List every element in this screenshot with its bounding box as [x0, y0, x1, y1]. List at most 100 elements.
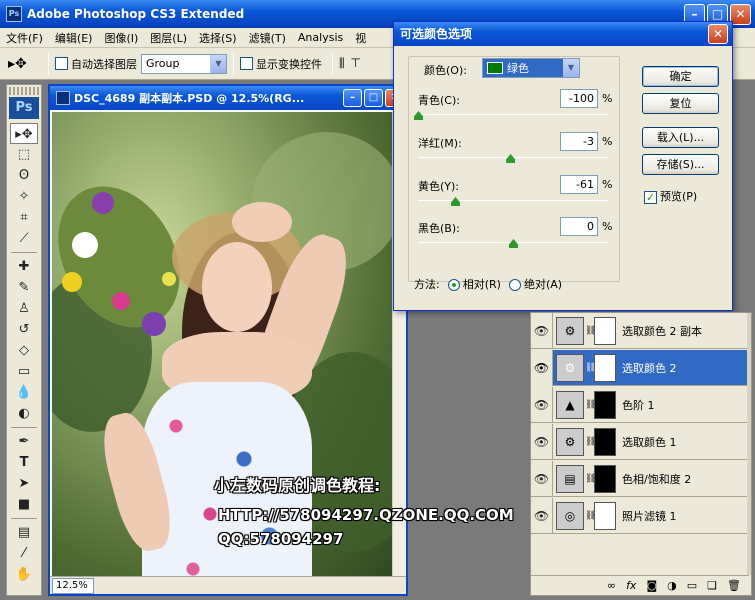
history-brush-icon[interactable]: ↺	[10, 319, 38, 340]
gradient-tool-icon[interactable]: ▭	[10, 361, 38, 382]
dodge-tool-icon[interactable]: ◐	[10, 403, 38, 424]
doc-maximize-button[interactable]: □	[364, 89, 383, 107]
menu-image[interactable]: 图像(I)	[104, 30, 138, 46]
healing-brush-icon[interactable]: ✚	[10, 256, 38, 277]
layer-mask-thumbnail[interactable]	[594, 390, 616, 419]
layer-mask-thumbnail[interactable]	[594, 427, 616, 456]
link-layers-icon[interactable]: ∞	[607, 579, 616, 592]
chain-link-icon[interactable]: ⛓	[585, 363, 596, 373]
layer-mask-thumbnail[interactable]	[594, 464, 616, 493]
doc-minimize-button[interactable]: –	[343, 89, 362, 107]
type-tool-icon[interactable]: T	[10, 452, 38, 473]
ps-logo[interactable]: Ps	[9, 97, 39, 119]
relative-radio[interactable]	[447, 279, 460, 291]
chain-link-icon[interactable]: ⛓	[585, 326, 596, 336]
eye-icon[interactable]: 👁	[531, 349, 553, 386]
menu-file[interactable]: 文件(F)	[6, 30, 43, 46]
eye-icon[interactable]: 👁	[531, 460, 553, 497]
shape-tool-icon[interactable]: ■	[10, 494, 38, 515]
load-button[interactable]: 载入(L)...	[642, 127, 719, 148]
yellow-slider-track[interactable]	[418, 200, 608, 201]
cyan-slider-track[interactable]	[418, 114, 608, 115]
yellow-value-input[interactable]: -61	[560, 175, 598, 194]
layer-mask-thumbnail[interactable]	[594, 353, 616, 382]
auto-select-checkbox[interactable]	[55, 57, 68, 70]
magic-wand-icon[interactable]: ✧	[10, 186, 38, 207]
new-adjustment-icon[interactable]: ◑	[667, 579, 677, 592]
move-tool-preset-icon[interactable]: ▸✥	[8, 52, 42, 76]
menu-view[interactable]: 视	[355, 30, 366, 46]
lasso-tool-icon[interactable]: ʘ	[10, 165, 38, 186]
ok-button[interactable]: 确定	[642, 66, 719, 87]
new-group-icon[interactable]: ▭	[687, 579, 697, 592]
eye-icon[interactable]: 👁	[531, 497, 553, 534]
add-mask-icon[interactable]: ◙	[646, 579, 657, 592]
dialog-title[interactable]: 可选颜色选项	[394, 22, 732, 46]
chain-link-icon[interactable]: ⛓	[585, 400, 596, 410]
zoom-level-field[interactable]: 12.5%	[52, 577, 94, 594]
yellow-label: 黄色(Y):	[418, 180, 460, 193]
menu-edit[interactable]: 编辑(E)	[55, 30, 93, 46]
adjustment-thumbnail-icon: ⚙	[556, 316, 584, 345]
magenta-label: 洋红(M):	[418, 137, 462, 150]
cyan-value-input[interactable]: -100	[560, 89, 598, 108]
layer-mask-thumbnail[interactable]	[594, 316, 616, 345]
eraser-icon[interactable]: ◇	[10, 340, 38, 361]
layer-row[interactable]: 👁 ▤ ⛓ 色相/饱和度 2	[531, 460, 749, 497]
layer-row[interactable]: 👁 ⚙ ⛓ 选取颜色 2	[531, 349, 749, 386]
eye-icon[interactable]: 👁	[531, 386, 553, 423]
color-label: 颜色(O):	[424, 64, 467, 77]
layer-style-icon[interactable]: fx	[626, 579, 636, 592]
path-select-icon[interactable]: ➤	[10, 473, 38, 494]
align-icons[interactable]: ⫼ ⊤	[339, 56, 362, 71]
separator	[48, 52, 49, 75]
crop-tool-icon[interactable]: ⌗	[10, 207, 38, 228]
brush-tool-icon[interactable]: ✎	[10, 277, 38, 298]
magenta-value-input[interactable]: -3	[560, 132, 598, 151]
new-layer-icon[interactable]: ❑	[707, 579, 717, 592]
preview-checkbox[interactable]	[644, 190, 657, 204]
delete-layer-icon[interactable]: 🗑	[727, 579, 741, 592]
marquee-tool-icon[interactable]: ⬚	[10, 144, 38, 165]
auto-select-mode-dropdown[interactable]: Group ▼	[141, 53, 227, 74]
eye-icon[interactable]: 👁	[531, 423, 553, 460]
color-dropdown[interactable]: 绿色 ▼	[482, 58, 580, 78]
layer-row[interactable]: 👁 ⚙ ⛓ 选取颜色 2 副本	[531, 312, 749, 349]
pen-tool-icon[interactable]: ✒	[10, 431, 38, 452]
menu-layer[interactable]: 图层(L)	[150, 30, 187, 46]
show-transform-checkbox[interactable]	[240, 57, 253, 70]
show-transform-label: 显示变换控件	[256, 57, 322, 71]
layer-row[interactable]: 👁 ◎ ⛓ 照片滤镜 1	[531, 497, 749, 534]
layer-row[interactable]: 👁 ▲ ⛓ 色阶 1	[531, 386, 749, 423]
layer-mask-thumbnail[interactable]	[594, 501, 616, 530]
toolbox-grip[interactable]	[9, 87, 39, 95]
menu-filter[interactable]: 滤镜(T)	[249, 30, 286, 46]
eyedropper-icon[interactable]: ⁄	[10, 543, 38, 564]
method-absolute-option[interactable]: 绝对(A)	[508, 276, 562, 292]
menu-select[interactable]: 选择(S)	[199, 30, 237, 46]
layers-scrollbar[interactable]	[747, 313, 751, 575]
auto-select-mode-value: Group	[146, 57, 180, 70]
slice-tool-icon[interactable]: ⟋	[10, 228, 38, 249]
toolbox: Ps ▸✥ ⬚ ʘ ✧ ⌗ ⟋ ✚ ✎ ♙ ↺ ◇ ▭ 💧 ◐ ✒ T ➤ ■ …	[6, 84, 42, 596]
clone-stamp-icon[interactable]: ♙	[10, 298, 38, 319]
move-tool-icon[interactable]: ▸✥	[10, 123, 38, 144]
chain-link-icon[interactable]: ⛓	[585, 511, 596, 521]
hand-tool-icon[interactable]: ✋	[10, 564, 38, 585]
layer-row[interactable]: 👁 ⚙ ⛓ 选取颜色 1	[531, 423, 749, 460]
notes-tool-icon[interactable]: ▤	[10, 522, 38, 543]
method-relative-option[interactable]: 相对(R)	[447, 276, 501, 292]
save-button[interactable]: 存储(S)...	[642, 154, 719, 175]
chain-link-icon[interactable]: ⛓	[585, 437, 596, 447]
reset-button[interactable]: 复位	[642, 93, 719, 114]
preview-option[interactable]: 预览(P)	[644, 188, 697, 204]
dialog-close-button[interactable]: ✕	[708, 24, 728, 44]
flower-shape	[162, 272, 176, 286]
absolute-radio[interactable]	[508, 279, 521, 291]
menu-analysis[interactable]: Analysis	[298, 31, 343, 44]
black-value-input[interactable]: 0	[560, 217, 598, 236]
blur-tool-icon[interactable]: 💧	[10, 382, 38, 403]
close-button[interactable]: ✕	[730, 4, 751, 25]
chain-link-icon[interactable]: ⛓	[585, 474, 596, 484]
eye-icon[interactable]: 👁	[531, 312, 553, 349]
